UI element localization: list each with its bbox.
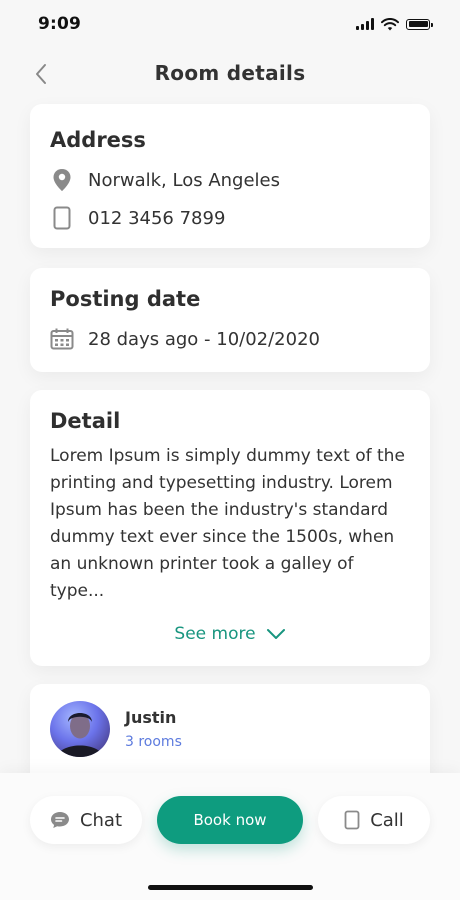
phone-row[interactable]: 012 3456 7899 xyxy=(50,206,410,230)
posting-date-card: Posting date 28 days ago - 10/02/2020 xyxy=(30,268,430,372)
home-indicator xyxy=(148,885,313,890)
status-icons xyxy=(356,17,433,31)
phone-number[interactable]: 012 3456 7899 xyxy=(88,208,225,229)
phone-icon xyxy=(344,810,360,830)
page-title: Room details xyxy=(154,61,306,85)
call-button[interactable]: Call xyxy=(318,796,430,844)
book-now-button[interactable]: Book now xyxy=(157,796,303,844)
phone-icon xyxy=(50,206,74,230)
chevron-down-icon xyxy=(266,629,285,639)
address-card: Address Norwalk, Los Angeles 012 3456 78… xyxy=(30,104,430,248)
navigation-bar: Room details xyxy=(0,54,460,94)
host-name: Justin xyxy=(125,708,177,727)
location-row: Norwalk, Los Angeles xyxy=(50,168,410,192)
bottom-action-bar: Chat Book now Call xyxy=(0,773,460,900)
location-pin-icon xyxy=(50,168,74,192)
signal-icon xyxy=(356,18,374,30)
calendar-icon xyxy=(50,327,74,351)
chat-bubble-icon xyxy=(50,812,69,828)
detail-title: Detail xyxy=(50,409,121,433)
chat-button[interactable]: Chat xyxy=(30,796,142,844)
posting-date-text: 28 days ago - 10/02/2020 xyxy=(88,328,320,350)
posting-date-title: Posting date xyxy=(50,287,201,311)
wifi-icon xyxy=(381,17,399,30)
detail-card: Detail Lorem Ipsum is simply dummy text … xyxy=(30,390,430,666)
chat-label: Chat xyxy=(79,809,123,831)
posting-date-row: 28 days ago - 10/02/2020 xyxy=(50,327,410,351)
book-now-label: Book now xyxy=(193,811,267,829)
host-rooms-link[interactable]: 3 rooms xyxy=(125,734,182,750)
status-time: 9:09 xyxy=(38,14,82,34)
avatar[interactable] xyxy=(50,701,110,757)
see-more-label: See more xyxy=(174,624,256,644)
location-text: Norwalk, Los Angeles xyxy=(88,169,280,191)
see-more-link[interactable]: See more xyxy=(30,624,430,644)
address-title: Address xyxy=(50,128,146,152)
detail-text: Lorem Ipsum is simply dummy text of the … xyxy=(50,446,405,601)
battery-icon xyxy=(406,18,433,30)
call-label: Call xyxy=(370,809,404,831)
status-bar: 9:09 xyxy=(0,0,460,48)
